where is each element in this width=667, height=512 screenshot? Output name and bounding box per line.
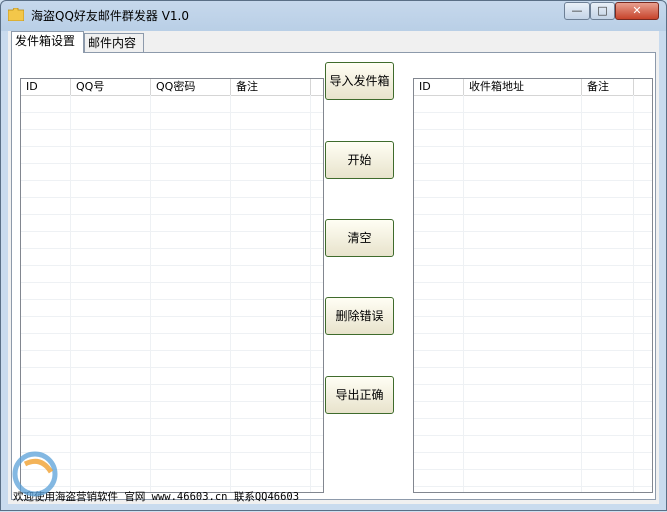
- column-header-recipient-address[interactable]: 收件箱地址: [464, 79, 582, 95]
- recipient-list[interactable]: ID 收件箱地址 备注: [413, 78, 653, 493]
- tab-sender-settings[interactable]: 发件箱设置: [11, 31, 84, 53]
- column-header-qq-password[interactable]: QQ密码: [151, 79, 231, 95]
- column-header-qq[interactable]: QQ号: [71, 79, 151, 95]
- window-title: 海盗QQ好友邮件群发器 V1.0: [31, 9, 189, 23]
- client-area: 发件箱设置 邮件内容 ID QQ号 QQ密码 备注 导入发件箱 开始 清空 删除…: [8, 31, 659, 504]
- tab-panel: ID QQ号 QQ密码 备注 导入发件箱 开始 清空 删除错误 导出正确 ID …: [11, 52, 656, 500]
- recipient-list-header: ID 收件箱地址 备注: [414, 79, 652, 96]
- column-header-id[interactable]: ID: [21, 79, 71, 95]
- start-button[interactable]: 开始: [325, 141, 394, 179]
- column-header-note[interactable]: 备注: [231, 79, 311, 95]
- import-sender-button[interactable]: 导入发件箱: [325, 62, 394, 100]
- app-window: 海盗QQ好友邮件群发器 V1.0 — □ ✕ 发件箱设置 邮件内容 ID QQ号…: [0, 0, 667, 511]
- close-button[interactable]: ✕: [615, 2, 659, 20]
- column-divider: [633, 95, 634, 492]
- column-divider: [310, 95, 311, 492]
- column-divider: [463, 95, 464, 492]
- column-header-id[interactable]: ID: [414, 79, 464, 95]
- column-header-note[interactable]: 备注: [582, 79, 634, 95]
- folder-icon: [8, 8, 24, 21]
- delete-errors-button[interactable]: 删除错误: [325, 297, 394, 335]
- crsky-watermark-logo: [12, 451, 58, 497]
- maximize-button[interactable]: □: [590, 2, 615, 20]
- column-divider: [150, 95, 151, 492]
- column-divider: [230, 95, 231, 492]
- export-correct-button[interactable]: 导出正确: [325, 376, 394, 414]
- minimize-button[interactable]: —: [564, 2, 590, 20]
- column-divider: [70, 95, 71, 492]
- sender-list-header: ID QQ号 QQ密码 备注: [21, 79, 323, 96]
- column-divider: [581, 95, 582, 492]
- clear-button[interactable]: 清空: [325, 219, 394, 257]
- sender-list[interactable]: ID QQ号 QQ密码 备注: [20, 78, 324, 493]
- title-bar[interactable]: 海盗QQ好友邮件群发器 V1.0 — □ ✕: [1, 1, 666, 31]
- tab-mail-content[interactable]: 邮件内容: [84, 33, 144, 52]
